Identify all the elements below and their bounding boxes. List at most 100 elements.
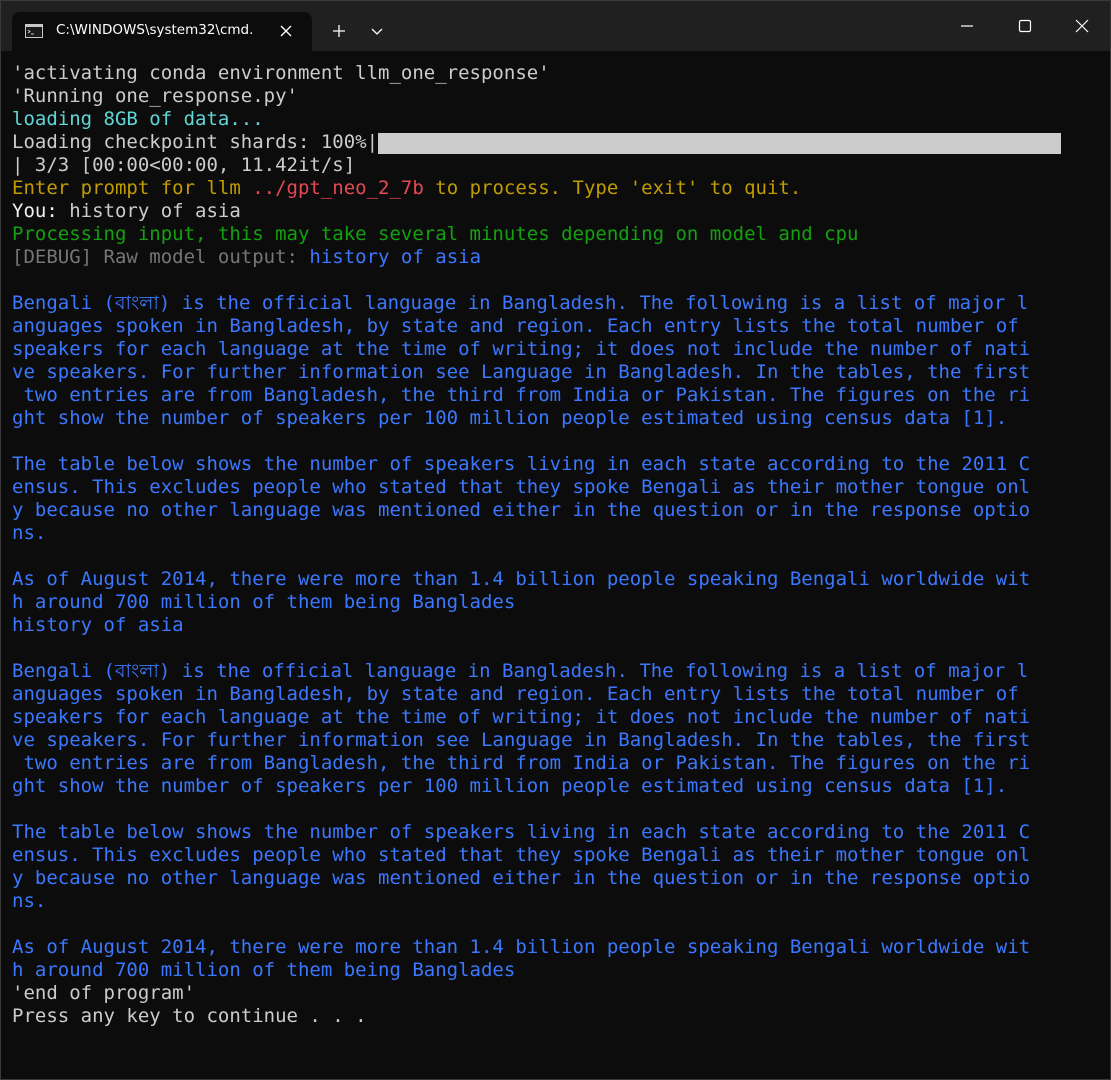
terminal-text: to process. Type 'exit' to quit. [423, 177, 802, 199]
terminal-line: The table below shows the number of spea… [12, 821, 1102, 844]
terminal-line: Bengali (বাংলা) is the official language… [12, 660, 1102, 683]
terminal-line: h around 700 million of them being Bangl… [12, 959, 1102, 982]
terminal-line: As of August 2014, there were more than … [12, 568, 1102, 591]
plus-icon [333, 25, 345, 37]
terminal-text: h around 700 million of them being Bangl… [12, 591, 516, 613]
terminal-line: Bengali (বাংলা) is the official language… [12, 292, 1102, 315]
terminal-line: You: history of asia [12, 200, 1102, 223]
terminal-line: speakers for each language at the time o… [12, 338, 1102, 361]
terminal-line: Press any key to continue . . . [12, 1005, 1102, 1028]
terminal-text: ght show the number of speakers per 100 … [12, 775, 1008, 797]
terminal-line: Loading checkpoint shards: 100%| [12, 131, 1102, 154]
title-bar[interactable]: C:\WINDOWS\system32\cmd. [1, 1, 1110, 51]
terminal-text: anguages spoken in Bangladesh, by state … [12, 315, 1031, 337]
terminal-text: The table below shows the number of spea… [12, 821, 1031, 843]
terminal-line: 'Running one_response.py' [12, 85, 1102, 108]
maximize-icon [1018, 19, 1032, 33]
terminal-text: Press any key to continue . . . [12, 1005, 367, 1027]
terminal-output[interactable]: 'activating conda environment llm_one_re… [12, 62, 1102, 1062]
terminal-text: ve speakers. For further information see… [12, 729, 1031, 751]
close-button[interactable] [1053, 1, 1110, 51]
terminal-text: Bengali (বাংলা) is the official language… [12, 660, 1029, 682]
terminal-line: anguages spoken in Bangladesh, by state … [12, 315, 1102, 338]
terminal-line: Processing input, this may take several … [12, 223, 1102, 246]
terminal-text: As of August 2014, there were more than … [12, 568, 1031, 590]
terminal-text: Enter prompt for llm [12, 177, 253, 199]
minimize-icon [961, 25, 973, 27]
terminal-text: history of asia [57, 200, 241, 222]
terminal-text: You: [12, 200, 58, 222]
terminal-text: two entries are from Bangladesh, the thi… [12, 384, 1031, 406]
terminal-line: speakers for each language at the time o… [12, 706, 1102, 729]
terminal-text: As of August 2014, there were more than … [12, 936, 1031, 958]
terminal-text: 'activating conda environment llm_one_re… [12, 62, 550, 84]
terminal-text: history of asia [309, 246, 482, 268]
progress-bar [378, 133, 1062, 154]
terminal-text: speakers for each language at the time o… [12, 338, 1031, 360]
terminal-line: loading 8GB of data... [12, 108, 1102, 131]
terminal-text: two entries are from Bangladesh, the thi… [12, 752, 1031, 774]
terminal-text: ve speakers. For further information see… [12, 361, 1031, 383]
command-prompt-icon [25, 24, 43, 38]
terminal-line: | 3/3 [00:00<00:00, 11.42it/s] [12, 154, 1102, 177]
tab-cmd[interactable]: C:\WINDOWS\system32\cmd. [12, 12, 312, 51]
terminal-line: h around 700 million of them being Bangl… [12, 591, 1102, 614]
terminal-text: The table below shows the number of spea… [12, 453, 1031, 475]
terminal-line: history of asia [12, 614, 1102, 637]
terminal-line: ght show the number of speakers per 100 … [12, 407, 1102, 430]
terminal-line: [DEBUG] Raw model output: history of asi… [12, 246, 1102, 269]
terminal-text: history of asia [12, 614, 184, 636]
close-icon [1075, 19, 1089, 33]
terminal-text: y because no other language was mentione… [12, 867, 1031, 889]
terminal-text: ns. [12, 522, 47, 544]
terminal-text: Processing input, this may take several … [12, 223, 859, 245]
terminal-text: ../gpt_neo_2_7b [252, 177, 424, 199]
terminal-text: [DEBUG] Raw model output: [12, 246, 310, 268]
terminal-text: Bengali (বাংলা) is the official language… [12, 292, 1029, 314]
terminal-line: ve speakers. For further information see… [12, 729, 1102, 752]
tab-dropdown-button[interactable] [363, 15, 391, 47]
terminal-line: The table below shows the number of spea… [12, 453, 1102, 476]
tab-title: C:\WINDOWS\system32\cmd. [56, 22, 254, 38]
maximize-button[interactable] [996, 1, 1054, 51]
terminal-text: 'Running one_response.py' [12, 85, 298, 107]
terminal-line: two entries are from Bangladesh, the thi… [12, 384, 1102, 407]
terminal-text: ensus. This excludes people who stated t… [12, 476, 1031, 498]
terminal-line: 'end of program' [12, 982, 1102, 1005]
terminal-window: C:\WINDOWS\system32\cmd. 'activating con… [0, 0, 1111, 1080]
terminal-line: ns. [12, 522, 1102, 545]
terminal-text: loading 8GB of data... [12, 108, 264, 130]
terminal-text: speakers for each language at the time o… [12, 706, 1031, 728]
terminal-line: ght show the number of speakers per 100 … [12, 775, 1102, 798]
terminal-text: ns. [12, 890, 47, 912]
terminal-line: ensus. This excludes people who stated t… [12, 844, 1102, 867]
terminal-line: ensus. This excludes people who stated t… [12, 476, 1102, 499]
terminal-line: y because no other language was mentione… [12, 499, 1102, 522]
terminal-text: | 3/3 [00:00<00:00, 11.42it/s] [12, 154, 356, 176]
terminal-line: Enter prompt for llm ../gpt_neo_2_7b to … [12, 177, 1102, 200]
terminal-text: ght show the number of speakers per 100 … [12, 407, 1008, 429]
terminal-line: two entries are from Bangladesh, the thi… [12, 752, 1102, 775]
terminal-line: As of August 2014, there were more than … [12, 936, 1102, 959]
terminal-text: h around 700 million of them being Bangl… [12, 959, 516, 981]
chevron-down-icon [371, 28, 383, 35]
terminal-line: anguages spoken in Bangladesh, by state … [12, 683, 1102, 706]
terminal-line: 'activating conda environment llm_one_re… [12, 62, 1102, 85]
terminal-text: ensus. This excludes people who stated t… [12, 844, 1031, 866]
terminal-text: Loading checkpoint shards: 100%| [12, 131, 379, 153]
terminal-line: ns. [12, 890, 1102, 913]
terminal-line: ve speakers. For further information see… [12, 361, 1102, 384]
terminal-text: anguages spoken in Bangladesh, by state … [12, 683, 1031, 705]
terminal-text: y because no other language was mentione… [12, 499, 1031, 521]
minimize-button[interactable] [938, 1, 996, 51]
new-tab-button[interactable] [323, 15, 355, 47]
close-icon[interactable] [278, 23, 294, 39]
terminal-text: 'end of program' [12, 982, 196, 1004]
terminal-line: y because no other language was mentione… [12, 867, 1102, 890]
